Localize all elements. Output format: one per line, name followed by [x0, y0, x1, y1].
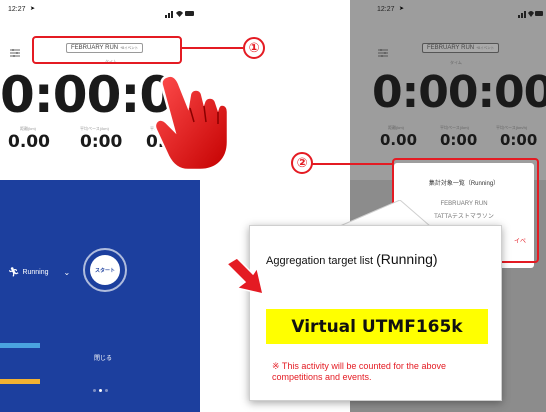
status-time: 12:27: [377, 6, 395, 13]
status-time: 12:27: [8, 6, 26, 13]
chevron-down-icon: ⌄: [63, 268, 71, 277]
event-selector-button[interactable]: FEBRUARY RUN +8イベント: [422, 43, 500, 53]
decorative-stripe: [0, 343, 40, 348]
location-arrow-icon: ➤: [30, 6, 36, 12]
start-button[interactable]: スタート: [90, 255, 120, 285]
marker-2: ②: [291, 152, 313, 174]
pace-value: 0:00: [80, 132, 123, 152]
elapsed-time: 0:00:00: [372, 67, 546, 118]
distance-value: 0.00: [380, 131, 418, 149]
callout-note: ※ This activity will be counted for the …: [272, 361, 446, 383]
arrow-icon: [223, 254, 267, 303]
highlighted-event-box: Virtual UTMF165k: [266, 309, 488, 344]
callout-title: Aggregation target list (Running): [266, 251, 438, 267]
settings-sliders-icon[interactable]: [378, 44, 388, 62]
connector-line-1: [181, 47, 243, 49]
pointing-hand-icon: [150, 72, 230, 177]
highlight-box-1: [32, 36, 182, 64]
event-name: Virtual UTMF165k: [291, 316, 463, 337]
speed-value: 0:00: [500, 131, 538, 149]
event-name: FEBRUARY RUN: [427, 45, 475, 51]
pace-value: 0:00: [440, 131, 478, 149]
time-label: タイム: [450, 60, 462, 65]
elapsed-time: 0:00:0: [0, 66, 174, 124]
settings-sliders-icon[interactable]: [10, 44, 20, 62]
runner-icon: 🏃︎: [8, 267, 20, 277]
left-control-panel: 🏃︎ Running ⌄ スタート 閉じる: [0, 180, 200, 412]
status-icons: [518, 5, 544, 23]
activity-type-label: Running: [22, 269, 49, 276]
decorative-stripe: [0, 379, 40, 384]
close-button[interactable]: 閉じる: [94, 353, 112, 362]
status-icons: [165, 5, 195, 23]
location-arrow-icon: ➤: [399, 6, 405, 12]
connector-line-2: [312, 163, 392, 165]
page-indicator: [93, 389, 108, 392]
event-count: +8イベント: [476, 46, 495, 50]
activity-type-selector[interactable]: 🏃︎ Running ⌄: [8, 267, 70, 278]
marker-1: ①: [243, 37, 265, 59]
right-timer-panel: 12:27 ➤ FEBRUARY RUN +8イベント タイム 0:00:00 距…: [350, 0, 546, 180]
callout-title-type: (Running): [376, 251, 438, 267]
distance-value: 0.00: [8, 132, 50, 152]
callout-panel: Aggregation target list (Running) Virtua…: [249, 225, 502, 401]
start-button-ring[interactable]: スタート: [83, 248, 127, 292]
callout-title-text: Aggregation target list: [266, 255, 377, 267]
